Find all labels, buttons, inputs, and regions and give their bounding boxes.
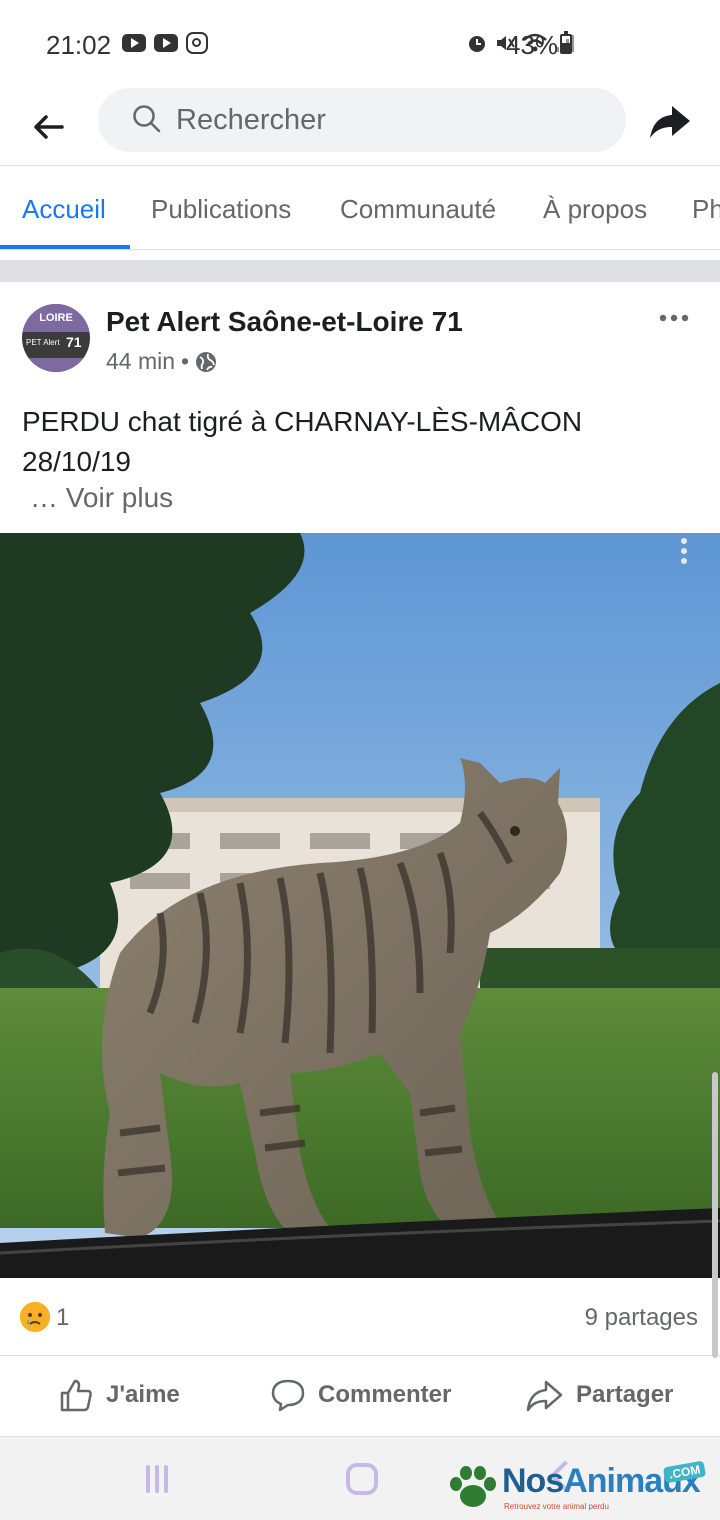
share-icon (526, 1380, 563, 1412)
tab-communaute[interactable]: Communauté (340, 194, 496, 225)
tabby-cat-photo[interactable] (0, 533, 720, 1278)
post-meta: 44 min • (106, 348, 217, 375)
comment-button[interactable]: Commenter (270, 1371, 451, 1419)
reaction-count: 1 (56, 1304, 70, 1331)
thumbs-up-icon (60, 1379, 92, 1412)
post-options-button[interactable] (654, 304, 694, 334)
post-text-line: 28/10/19 (22, 446, 131, 477)
reactions-summary[interactable]: 1 9 partages (0, 1278, 720, 1356)
meta-separator: • (181, 348, 190, 374)
post-text-line: PERDU chat tigré à CHARNAY-LÈS-MÂCON (22, 406, 583, 437)
search-header (0, 88, 720, 166)
share-button[interactable]: Partager (526, 1371, 673, 1419)
share-page-button[interactable] (648, 100, 698, 150)
post-header: LOIRE PET Alert 71 Pet Alert Saône-et-Lo… (0, 282, 720, 392)
battery-icon (560, 31, 572, 54)
home-button[interactable] (346, 1463, 378, 1495)
search-icon (133, 105, 161, 133)
watermark-tagline: Retrouvez votre animal perdu (504, 1502, 609, 1511)
active-tab-indicator (0, 245, 130, 249)
tab-accueil[interactable]: Accueil (22, 194, 106, 225)
sad-reaction-icon (20, 1302, 50, 1332)
see-more-link[interactable]: … Voir plus (30, 482, 173, 514)
more-icon (659, 314, 689, 322)
globe-icon (196, 351, 217, 372)
back-arrow-icon (34, 115, 64, 139)
instagram-icon (186, 32, 208, 54)
status-time: 21:02 (46, 30, 112, 60)
alarm-icon (469, 36, 485, 52)
like-button[interactable]: J'aime (58, 1371, 180, 1419)
search-bar[interactable] (98, 88, 626, 152)
notification-icons (122, 32, 208, 54)
post-actions: J'aime Commenter Partager (0, 1357, 720, 1433)
post-time[interactable]: 44 min (106, 348, 175, 375)
battery-percent: 43% (506, 30, 559, 60)
recents-button[interactable] (146, 1465, 176, 1493)
search-input[interactable] (176, 88, 596, 152)
back-button[interactable] (24, 102, 74, 152)
page-tabs: Accueil Publications Communauté À propos… (0, 166, 720, 250)
tab-photos[interactable]: Ph (692, 194, 720, 225)
post-text: PERDU chat tigré à CHARNAY-LÈS-MÂCON 28/… (22, 402, 692, 482)
watermark-logo: NosAnimaux .COM Retrouvez votre animal p… (448, 1458, 718, 1518)
avatar[interactable]: LOIRE PET Alert 71 (22, 304, 90, 372)
like-label: J'aime (106, 1381, 180, 1408)
status-bar: 21:02 43% (0, 0, 720, 88)
avatar-brand: PET Alert (26, 338, 60, 347)
comment-label: Commenter (318, 1381, 452, 1408)
share-arrow-icon (650, 106, 690, 138)
comment-icon (271, 1379, 305, 1412)
section-divider (0, 260, 720, 282)
page-name[interactable]: Pet Alert Saône-et-Loire 71 (106, 306, 463, 338)
shares-count[interactable]: 9 partages (585, 1304, 698, 1332)
youtube-icon (122, 34, 146, 52)
youtube-icon (154, 34, 178, 52)
share-label: Partager (576, 1381, 674, 1408)
scrollbar[interactable] (712, 1072, 718, 1358)
paw-icon (450, 1466, 496, 1507)
avatar-number: 71 (66, 334, 82, 350)
tab-a-propos[interactable]: À propos (543, 194, 647, 225)
tab-publications[interactable]: Publications (151, 194, 291, 225)
avatar-text: LOIRE (39, 312, 73, 324)
